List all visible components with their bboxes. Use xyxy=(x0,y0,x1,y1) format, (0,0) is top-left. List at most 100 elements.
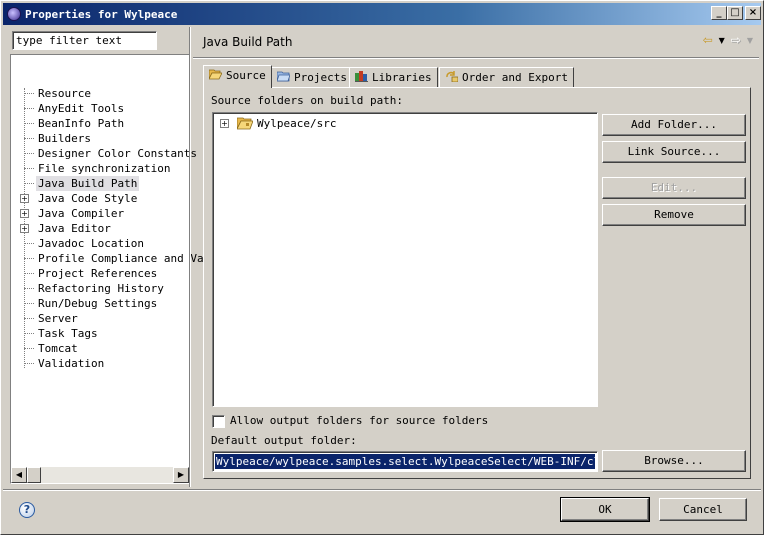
tree-item-label: Profile Compliance and Va xyxy=(38,252,204,265)
allow-output-folders-label: Allow output folders for source folders xyxy=(230,414,489,427)
back-dropdown-icon[interactable]: ▼ xyxy=(719,33,725,49)
tree-connector xyxy=(24,108,34,109)
history-nav: ⇦ ▼ ⇨ ▼ xyxy=(703,33,753,49)
tree-connector xyxy=(24,123,34,124)
tree-item-label: Resource xyxy=(38,87,91,100)
tree-item-label: Refactoring History xyxy=(38,282,164,295)
ok-button[interactable]: OK xyxy=(560,497,650,522)
tree-item[interactable]: Profile Compliance and Va xyxy=(11,251,204,266)
tree-item-label: Java Build Path xyxy=(36,176,140,191)
tree-connector xyxy=(24,153,34,154)
tree-item[interactable]: + Java Editor xyxy=(11,221,189,236)
tree-item[interactable]: Task Tags xyxy=(11,326,189,341)
tab-label: Order and Export xyxy=(462,71,568,84)
tree-item-label: Validation xyxy=(38,357,105,370)
property-page-tree: Resource AnyEdit Tools BeanInfo Path Builde… xyxy=(10,54,204,484)
expand-plus-icon[interactable]: + xyxy=(20,194,29,203)
tree-item-label: Task Tags xyxy=(38,327,98,340)
tree-item[interactable]: Refactoring History xyxy=(11,281,189,296)
browse-button[interactable]: Browse... xyxy=(602,450,746,472)
source-folders-label: Source folders on build path: xyxy=(211,94,404,107)
tree-connector xyxy=(24,168,34,169)
tree-item-label: File synchronization xyxy=(38,162,171,175)
tree-connector xyxy=(24,138,34,139)
tab-libraries[interactable]: Libraries xyxy=(349,67,438,87)
properties-dialog: Properties for Wylpeace _ □ × Resource An… xyxy=(0,0,764,535)
scroll-right-icon[interactable]: ▶ xyxy=(173,467,189,483)
eclipse-icon xyxy=(7,7,21,21)
tree-item[interactable]: + Java Code Style xyxy=(11,191,189,206)
tree-connector xyxy=(24,183,34,184)
remove-button[interactable]: Remove xyxy=(602,204,746,226)
allow-output-folders-checkbox[interactable] xyxy=(212,415,225,428)
folder-open-icon xyxy=(209,69,222,80)
projects-icon xyxy=(277,71,290,82)
default-output-folder-field[interactable]: Wylpeace/wylpeace.samples.select.Wylpeac… xyxy=(212,451,598,472)
tab-order-and-export[interactable]: Order and Export xyxy=(439,67,574,87)
tree-item-label: Project References xyxy=(38,267,158,280)
scroll-thumb[interactable] xyxy=(27,467,41,483)
tree-item-label: Java Code Style xyxy=(38,192,138,205)
title-separator xyxy=(193,57,759,59)
add-folder-button[interactable]: Add Folder... xyxy=(602,114,746,136)
tree-item[interactable]: Server xyxy=(11,311,189,326)
tree-item[interactable]: + Java Compiler xyxy=(11,206,189,221)
tree-item[interactable]: Designer Color Constants xyxy=(11,146,197,161)
expand-plus-icon[interactable]: + xyxy=(220,119,229,128)
tree-connector xyxy=(24,93,34,94)
expand-plus-icon[interactable]: + xyxy=(20,209,29,218)
tab-source[interactable]: Source xyxy=(203,65,272,88)
forward-arrow-icon[interactable]: ⇨ xyxy=(731,33,741,49)
source-folder-icon xyxy=(237,117,253,130)
filter-input[interactable] xyxy=(12,31,157,50)
tree-item[interactable]: AnyEdit Tools xyxy=(11,101,189,116)
tree-item[interactable]: File synchronization xyxy=(11,161,189,176)
preference-navigation: Resource AnyEdit Tools BeanInfo Path Builde… xyxy=(5,27,204,489)
tree-item-label: BeanInfo Path xyxy=(38,117,125,130)
tree-item[interactable]: BeanInfo Path xyxy=(11,116,189,131)
tab-label: Projects xyxy=(294,71,347,84)
default-output-folder-value: Wylpeace/wylpeace.samples.select.Wylpeac… xyxy=(215,454,595,469)
window-title: Properties for Wylpeace xyxy=(25,7,178,21)
maximize-button[interactable]: □ xyxy=(727,6,743,20)
title-bar[interactable]: Properties for Wylpeace _ □ × xyxy=(3,3,761,25)
cancel-button[interactable]: Cancel xyxy=(659,498,747,521)
tree-item[interactable]: Resource xyxy=(11,86,189,101)
property-page: Java Build Path ⇦ ▼ ⇨ ▼ Source Projects … xyxy=(193,27,759,489)
close-button[interactable]: × xyxy=(745,6,761,20)
tree-item-label: Tomcat xyxy=(38,342,78,355)
source-folder-tree[interactable]: + Wylpeace/src xyxy=(212,112,598,407)
edit-button[interactable]: Edit... xyxy=(602,177,746,199)
tree-item-label: Run/Debug Settings xyxy=(38,297,158,310)
tree-item[interactable]: Validation xyxy=(11,356,189,371)
help-icon[interactable]: ? xyxy=(19,502,35,518)
forward-dropdown-icon[interactable]: ▼ xyxy=(747,33,753,49)
tree-connector xyxy=(24,303,34,304)
tree-item[interactable]: Javadoc Location xyxy=(11,236,189,251)
tab-label: Source xyxy=(226,69,266,82)
tree-connector xyxy=(24,258,34,259)
tree-item-label: Designer Color Constants xyxy=(38,147,197,160)
tree-connector xyxy=(24,348,34,349)
minimize-button[interactable]: _ xyxy=(711,6,727,20)
tree-item-label: Server xyxy=(38,312,78,325)
tree-item[interactable]: Project References xyxy=(11,266,189,281)
source-folder-row[interactable]: + Wylpeace/src xyxy=(217,116,417,132)
tree-item[interactable]: Builders xyxy=(11,131,189,146)
tree-horizontal-scrollbar[interactable]: ◀ ▶ xyxy=(11,467,189,483)
expand-plus-icon[interactable]: + xyxy=(20,224,29,233)
sash[interactable] xyxy=(189,27,191,487)
back-arrow-icon[interactable]: ⇦ xyxy=(703,33,713,49)
source-tab-panel: Source folders on build path: + Wylpeace… xyxy=(203,87,751,479)
tree-item[interactable]: Java Build Path xyxy=(11,176,189,191)
link-source-button[interactable]: Link Source... xyxy=(602,141,746,163)
libraries-icon xyxy=(355,71,368,82)
tree-connector xyxy=(24,243,34,244)
tree-item-label: Javadoc Location xyxy=(38,237,144,250)
tree-connector xyxy=(24,288,34,289)
tab-projects[interactable]: Projects xyxy=(271,67,353,87)
tree-item[interactable]: Tomcat xyxy=(11,341,189,356)
scroll-left-icon[interactable]: ◀ xyxy=(11,467,27,483)
tree-item[interactable]: Run/Debug Settings xyxy=(11,296,189,311)
tree-connector xyxy=(24,273,34,274)
